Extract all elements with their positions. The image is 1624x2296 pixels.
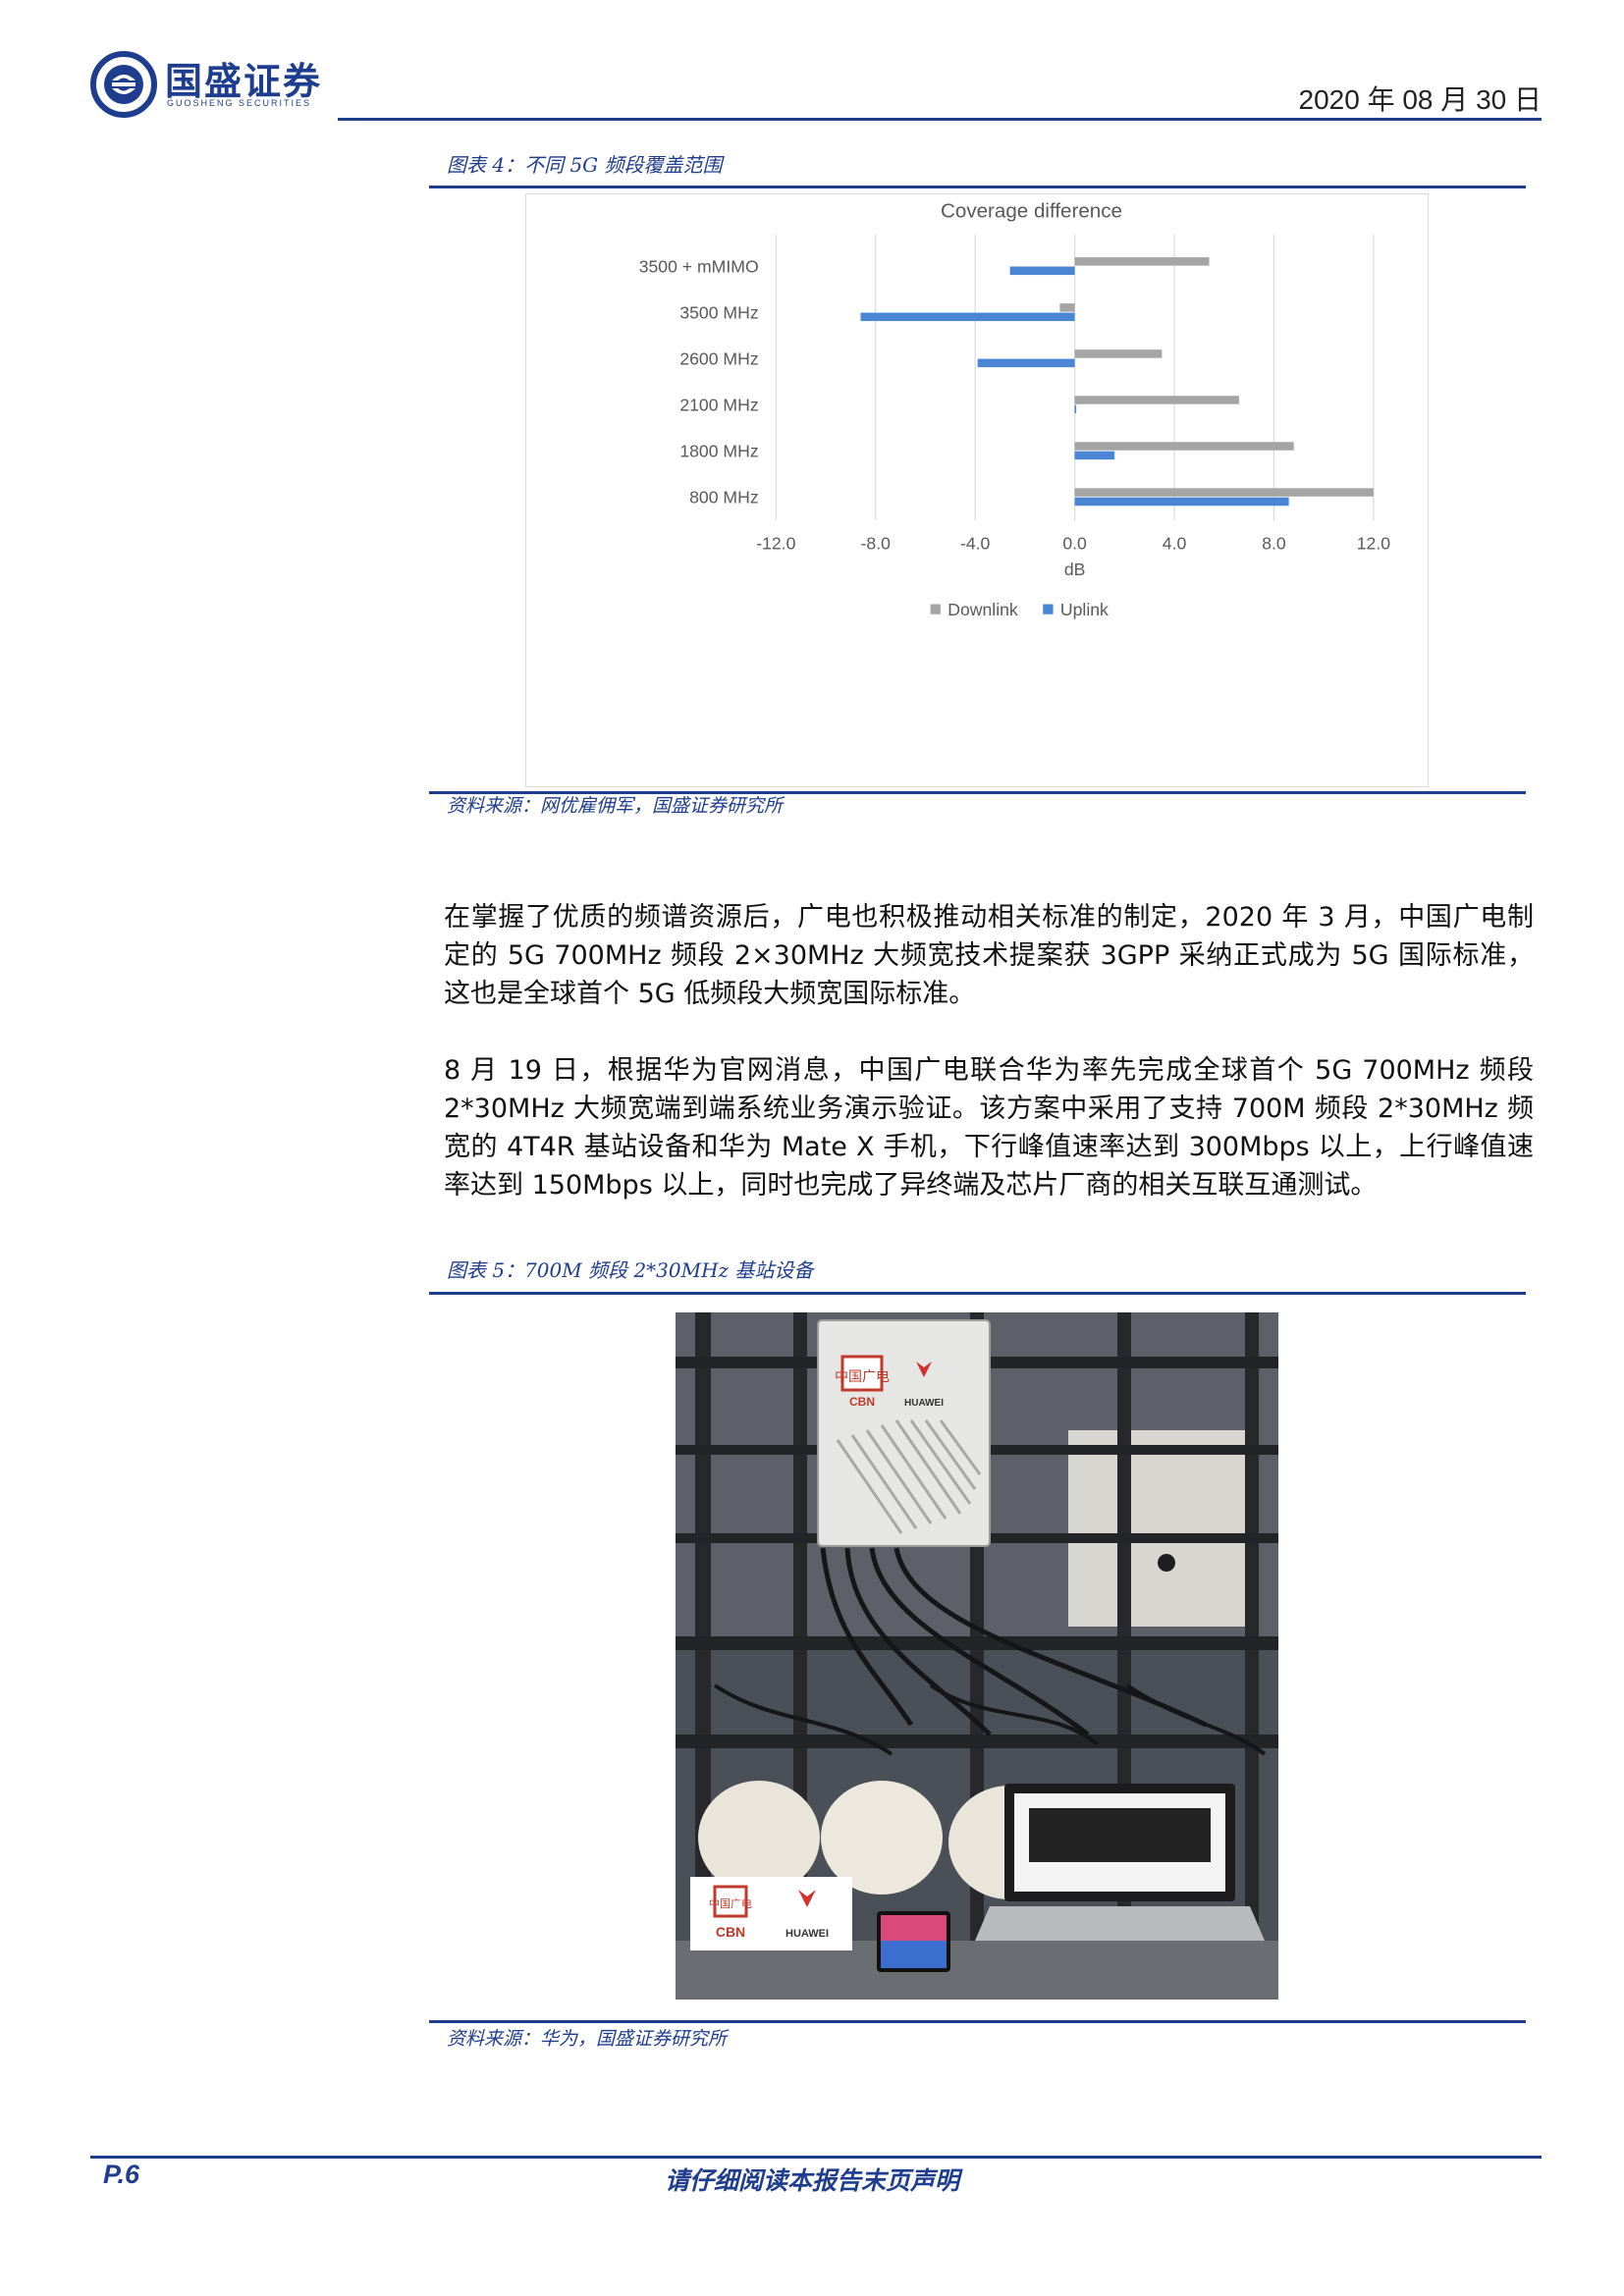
bar-uplink xyxy=(1074,497,1289,507)
coverage-chart: Coverage difference -12.0 -8.0 -4.0 0.0 4.0 8.… xyxy=(525,193,1429,787)
x-tick-label: 0.0 xyxy=(1062,534,1087,554)
company-name-cn: 国盛证券 xyxy=(165,60,323,103)
bar-downlink xyxy=(1074,442,1294,451)
bar-downlink xyxy=(1074,488,1374,497)
category-label: 800 MHz xyxy=(689,488,759,507)
x-tick-label: 12.0 xyxy=(1357,534,1391,554)
bar-downlink xyxy=(1074,257,1210,266)
legend-label-uplink: Uplink xyxy=(1060,600,1109,619)
x-tick-label: -4.0 xyxy=(960,534,991,554)
category-label: 2600 MHz xyxy=(679,348,758,368)
sign-cn-logo-text: 中国广电 xyxy=(709,1897,752,1910)
category-label: 2100 MHz xyxy=(679,396,758,415)
unit-huawei-text: HUAWEI xyxy=(904,1398,944,1409)
x-tick-label: -8.0 xyxy=(861,534,892,554)
footer-divider xyxy=(90,2156,1542,2159)
x-tick-label: -12.0 xyxy=(756,534,795,554)
sign-cbn-text: CBN xyxy=(716,1924,745,1940)
base-station-photo-illustration: 中国广电 CBN HUAWEI 中国广电 CBN HUAWEI xyxy=(676,1312,1278,2000)
unit-cn-logo-text: 中国广电 xyxy=(835,1369,890,1385)
bar-uplink xyxy=(860,312,1075,322)
figure5-source: 资料来源：华为，国盛证券研究所 xyxy=(447,2028,728,2050)
bar-downlink xyxy=(1074,396,1239,404)
sign-huawei-text: HUAWEI xyxy=(785,1928,829,1940)
category-label: 3500 MHz xyxy=(679,302,758,322)
category-label: 3500 + mMIMO xyxy=(639,256,759,276)
base-station-photo: 中国广电 CBN HUAWEI 中国广电 CBN HUAWEI xyxy=(676,1312,1278,2000)
legend-swatch-downlink xyxy=(930,604,941,614)
category-label: 1800 MHz xyxy=(679,442,758,461)
figure5-bottom-rule xyxy=(429,2020,1526,2023)
bar-uplink xyxy=(1009,266,1075,276)
figure4-top-rule xyxy=(429,186,1526,188)
bar-uplink xyxy=(1074,451,1115,460)
x-axis-label: dB xyxy=(1064,560,1086,579)
header-divider xyxy=(338,118,1542,121)
disclaimer-note: 请仔细阅读本报告末页声明 xyxy=(664,2166,959,2195)
coverage-chart-svg: Coverage difference -12.0 -8.0 -4.0 0.0 4.0 8.… xyxy=(639,200,1391,620)
report-date: 2020 年 08 月 30 日 xyxy=(1298,84,1542,115)
company-name-en: GUOSHENG SECURITIES xyxy=(167,98,312,108)
figure5-title: 图表 5：700M 频段 2*30MHz 基站设备 xyxy=(447,1258,814,1282)
figure4-source: 资料来源：网优雇佣军，国盛证券研究所 xyxy=(447,795,784,817)
bar-downlink xyxy=(1074,349,1163,358)
bar-uplink xyxy=(977,358,1075,368)
x-tick-label: 8.0 xyxy=(1262,534,1286,554)
bar-downlink xyxy=(1059,303,1075,312)
unit-cbn-text: CBN xyxy=(849,1395,875,1409)
legend-label-downlink: Downlink xyxy=(947,600,1018,619)
chart-title: Coverage difference xyxy=(941,200,1122,223)
paragraph-2: 8 月 19 日，根据华为官网消息，中国广电联合华为率先完成全球首个 5G 70… xyxy=(444,1055,1534,1201)
chart-plot-group: Coverage difference -12.0 -8.0 -4.0 0.0 4.0 8.… xyxy=(639,200,1391,620)
legend-swatch-uplink xyxy=(1043,604,1054,614)
x-tick-label: 4.0 xyxy=(1163,534,1187,554)
paragraph-1: 在掌握了优质的频谱资源后，广电也积极推动相关标准的制定，2020 年 3 月，中… xyxy=(444,902,1534,1009)
figure5-top-rule xyxy=(429,1292,1526,1295)
bar-uplink xyxy=(1074,404,1077,414)
figure4-title: 图表 4：不同 5G 频段覆盖范围 xyxy=(447,153,723,177)
company-logo-icon xyxy=(90,51,157,118)
